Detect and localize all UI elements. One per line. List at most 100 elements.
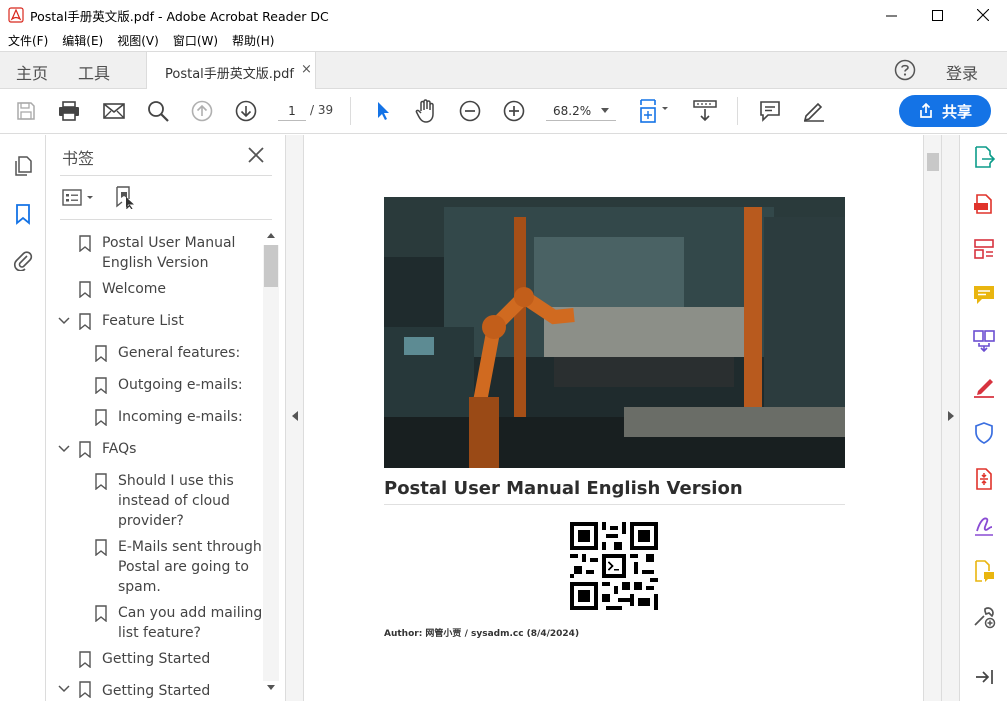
- menu-edit[interactable]: 编辑(E): [62, 32, 103, 49]
- collapse-right-panel-handle[interactable]: [941, 135, 959, 701]
- zoom-in-button[interactable]: [502, 99, 526, 123]
- bookmark-label: list feature?: [118, 625, 201, 641]
- bookmark-item[interactable]: Incoming e-mails:: [118, 407, 243, 427]
- menu-file[interactable]: 文件(F): [8, 32, 48, 49]
- toolbar-divider: [350, 97, 351, 125]
- next-page-button[interactable]: [234, 99, 258, 123]
- bookmark-flag-icon: [95, 345, 107, 362]
- tab-document[interactable]: Postal手册英文版.pdf ×: [146, 52, 316, 90]
- login-link[interactable]: 登录: [946, 60, 978, 84]
- bookmark-item[interactable]: Should I use this instead of cloud provi…: [118, 471, 234, 531]
- create-pdf-icon[interactable]: [972, 191, 996, 215]
- scrollbar-thumb[interactable]: [264, 245, 278, 287]
- close-tab-icon[interactable]: ×: [301, 62, 312, 77]
- bookmark-label: General features:: [118, 345, 241, 361]
- bookmark-options-icon[interactable]: [62, 187, 98, 209]
- toolbar-divider: [737, 97, 738, 125]
- bookmark-label: Welcome: [102, 281, 167, 297]
- bookmark-item[interactable]: Welcome: [102, 279, 166, 299]
- tools-rail: [959, 135, 1007, 701]
- chevron-down-icon[interactable]: [601, 108, 609, 113]
- cursor-arrow-icon: [378, 102, 389, 120]
- collapse-rail-icon[interactable]: [972, 665, 996, 689]
- close-panel-icon[interactable]: [246, 145, 266, 165]
- bookmark-item[interactable]: Postal User Manual English Version: [102, 233, 235, 273]
- page-number-input[interactable]: 1: [278, 101, 306, 121]
- save-button[interactable]: [14, 99, 38, 123]
- chevron-left-icon[interactable]: [292, 411, 298, 421]
- highlight-button[interactable]: [802, 99, 826, 123]
- fill-sign-icon[interactable]: [972, 375, 996, 399]
- chevron-down-icon[interactable]: [58, 445, 70, 453]
- comment-icon[interactable]: [972, 283, 996, 307]
- print-button[interactable]: [57, 99, 81, 123]
- menu-view[interactable]: 视图(V): [117, 32, 159, 49]
- document-viewport[interactable]: Postal User Manual English Version Autho…: [304, 135, 923, 701]
- send-for-comments-icon[interactable]: [972, 559, 996, 583]
- minimize-button[interactable]: [868, 0, 914, 30]
- bookmark-item[interactable]: Outgoing e-mails:: [118, 375, 243, 395]
- protect-icon[interactable]: [972, 421, 996, 445]
- select-tool-button[interactable]: [371, 99, 395, 123]
- zoom-out-button[interactable]: [458, 99, 482, 123]
- export-pdf-icon[interactable]: [972, 145, 996, 169]
- tab-tools[interactable]: 工具: [78, 60, 110, 84]
- comment-button[interactable]: [758, 99, 782, 123]
- bookmark-tree: Postal User Manual English Version Welco…: [46, 229, 264, 701]
- close-window-button[interactable]: [960, 0, 1006, 30]
- share-button[interactable]: 共享: [899, 95, 991, 127]
- fit-page-icon: [640, 99, 668, 123]
- bookmark-flag-icon: [95, 539, 107, 556]
- scroll-mode-button[interactable]: [693, 99, 717, 123]
- bookmarks-panel: 书签 Postal User Manual English Version We…: [46, 135, 286, 701]
- page-thumbnails-icon[interactable]: [12, 155, 34, 177]
- qr-code-image: [570, 522, 658, 610]
- document-tab-label: Postal手册英文版.pdf: [165, 67, 294, 82]
- menu-window[interactable]: 窗口(W): [173, 32, 218, 49]
- bookmarks-scrollbar[interactable]: [263, 229, 279, 695]
- add-bookmark-icon[interactable]: [114, 185, 136, 209]
- chevron-down-icon[interactable]: [58, 685, 70, 693]
- share-icon: [920, 103, 932, 118]
- chevron-down-icon[interactable]: [58, 317, 70, 325]
- comment-icon: [760, 101, 780, 122]
- help-icon[interactable]: [894, 59, 916, 81]
- scrollbar-track[interactable]: [263, 245, 279, 681]
- chevron-right-icon[interactable]: [948, 411, 954, 421]
- bookmark-item[interactable]: Feature List: [102, 311, 184, 331]
- bookmark-item[interactable]: Getting Started: [102, 649, 210, 669]
- bookmark-label: instead of cloud: [118, 493, 230, 509]
- collapse-left-panel-handle[interactable]: [286, 135, 304, 701]
- bookmark-item[interactable]: E-Mails sent through Postal are going to…: [118, 537, 262, 597]
- bookmark-item[interactable]: Can you add mailing list feature?: [118, 603, 262, 643]
- tab-home[interactable]: 主页: [16, 60, 48, 84]
- title-bar: Postal手册英文版.pdf - Adobe Acrobat Reader D…: [0, 0, 1007, 30]
- menu-help[interactable]: 帮助(H): [232, 32, 274, 49]
- bookmark-item[interactable]: General features:: [118, 343, 240, 363]
- previous-page-button[interactable]: [190, 99, 214, 123]
- request-signature-icon[interactable]: [972, 513, 996, 537]
- bookmark-item[interactable]: FAQs: [102, 439, 136, 459]
- document-heading: Postal User Manual English Version: [384, 478, 743, 499]
- edit-pdf-icon[interactable]: [972, 237, 996, 261]
- bookmark-flag-icon: [95, 473, 107, 490]
- email-icon: [103, 103, 125, 119]
- scroll-up-icon[interactable]: [267, 233, 275, 238]
- print-icon: [59, 101, 79, 121]
- bookmark-icon[interactable]: [12, 203, 34, 225]
- combine-files-icon[interactable]: [972, 329, 996, 353]
- document-scrollbar[interactable]: [923, 135, 941, 701]
- hand-tool-button[interactable]: [414, 99, 438, 123]
- scrollbar-thumb[interactable]: [927, 153, 939, 171]
- maximize-button[interactable]: [914, 0, 960, 30]
- page-display-button[interactable]: [636, 99, 672, 123]
- more-tools-icon[interactable]: [972, 605, 996, 629]
- close-icon: [977, 9, 989, 21]
- bookmark-label: Postal are going to: [118, 559, 249, 575]
- find-button[interactable]: [146, 99, 170, 123]
- bookmark-item[interactable]: Getting Started: [102, 681, 210, 701]
- compress-pdf-icon[interactable]: [972, 467, 996, 491]
- scroll-down-icon[interactable]: [267, 685, 275, 690]
- attachment-icon[interactable]: [12, 249, 34, 271]
- email-button[interactable]: [102, 99, 126, 123]
